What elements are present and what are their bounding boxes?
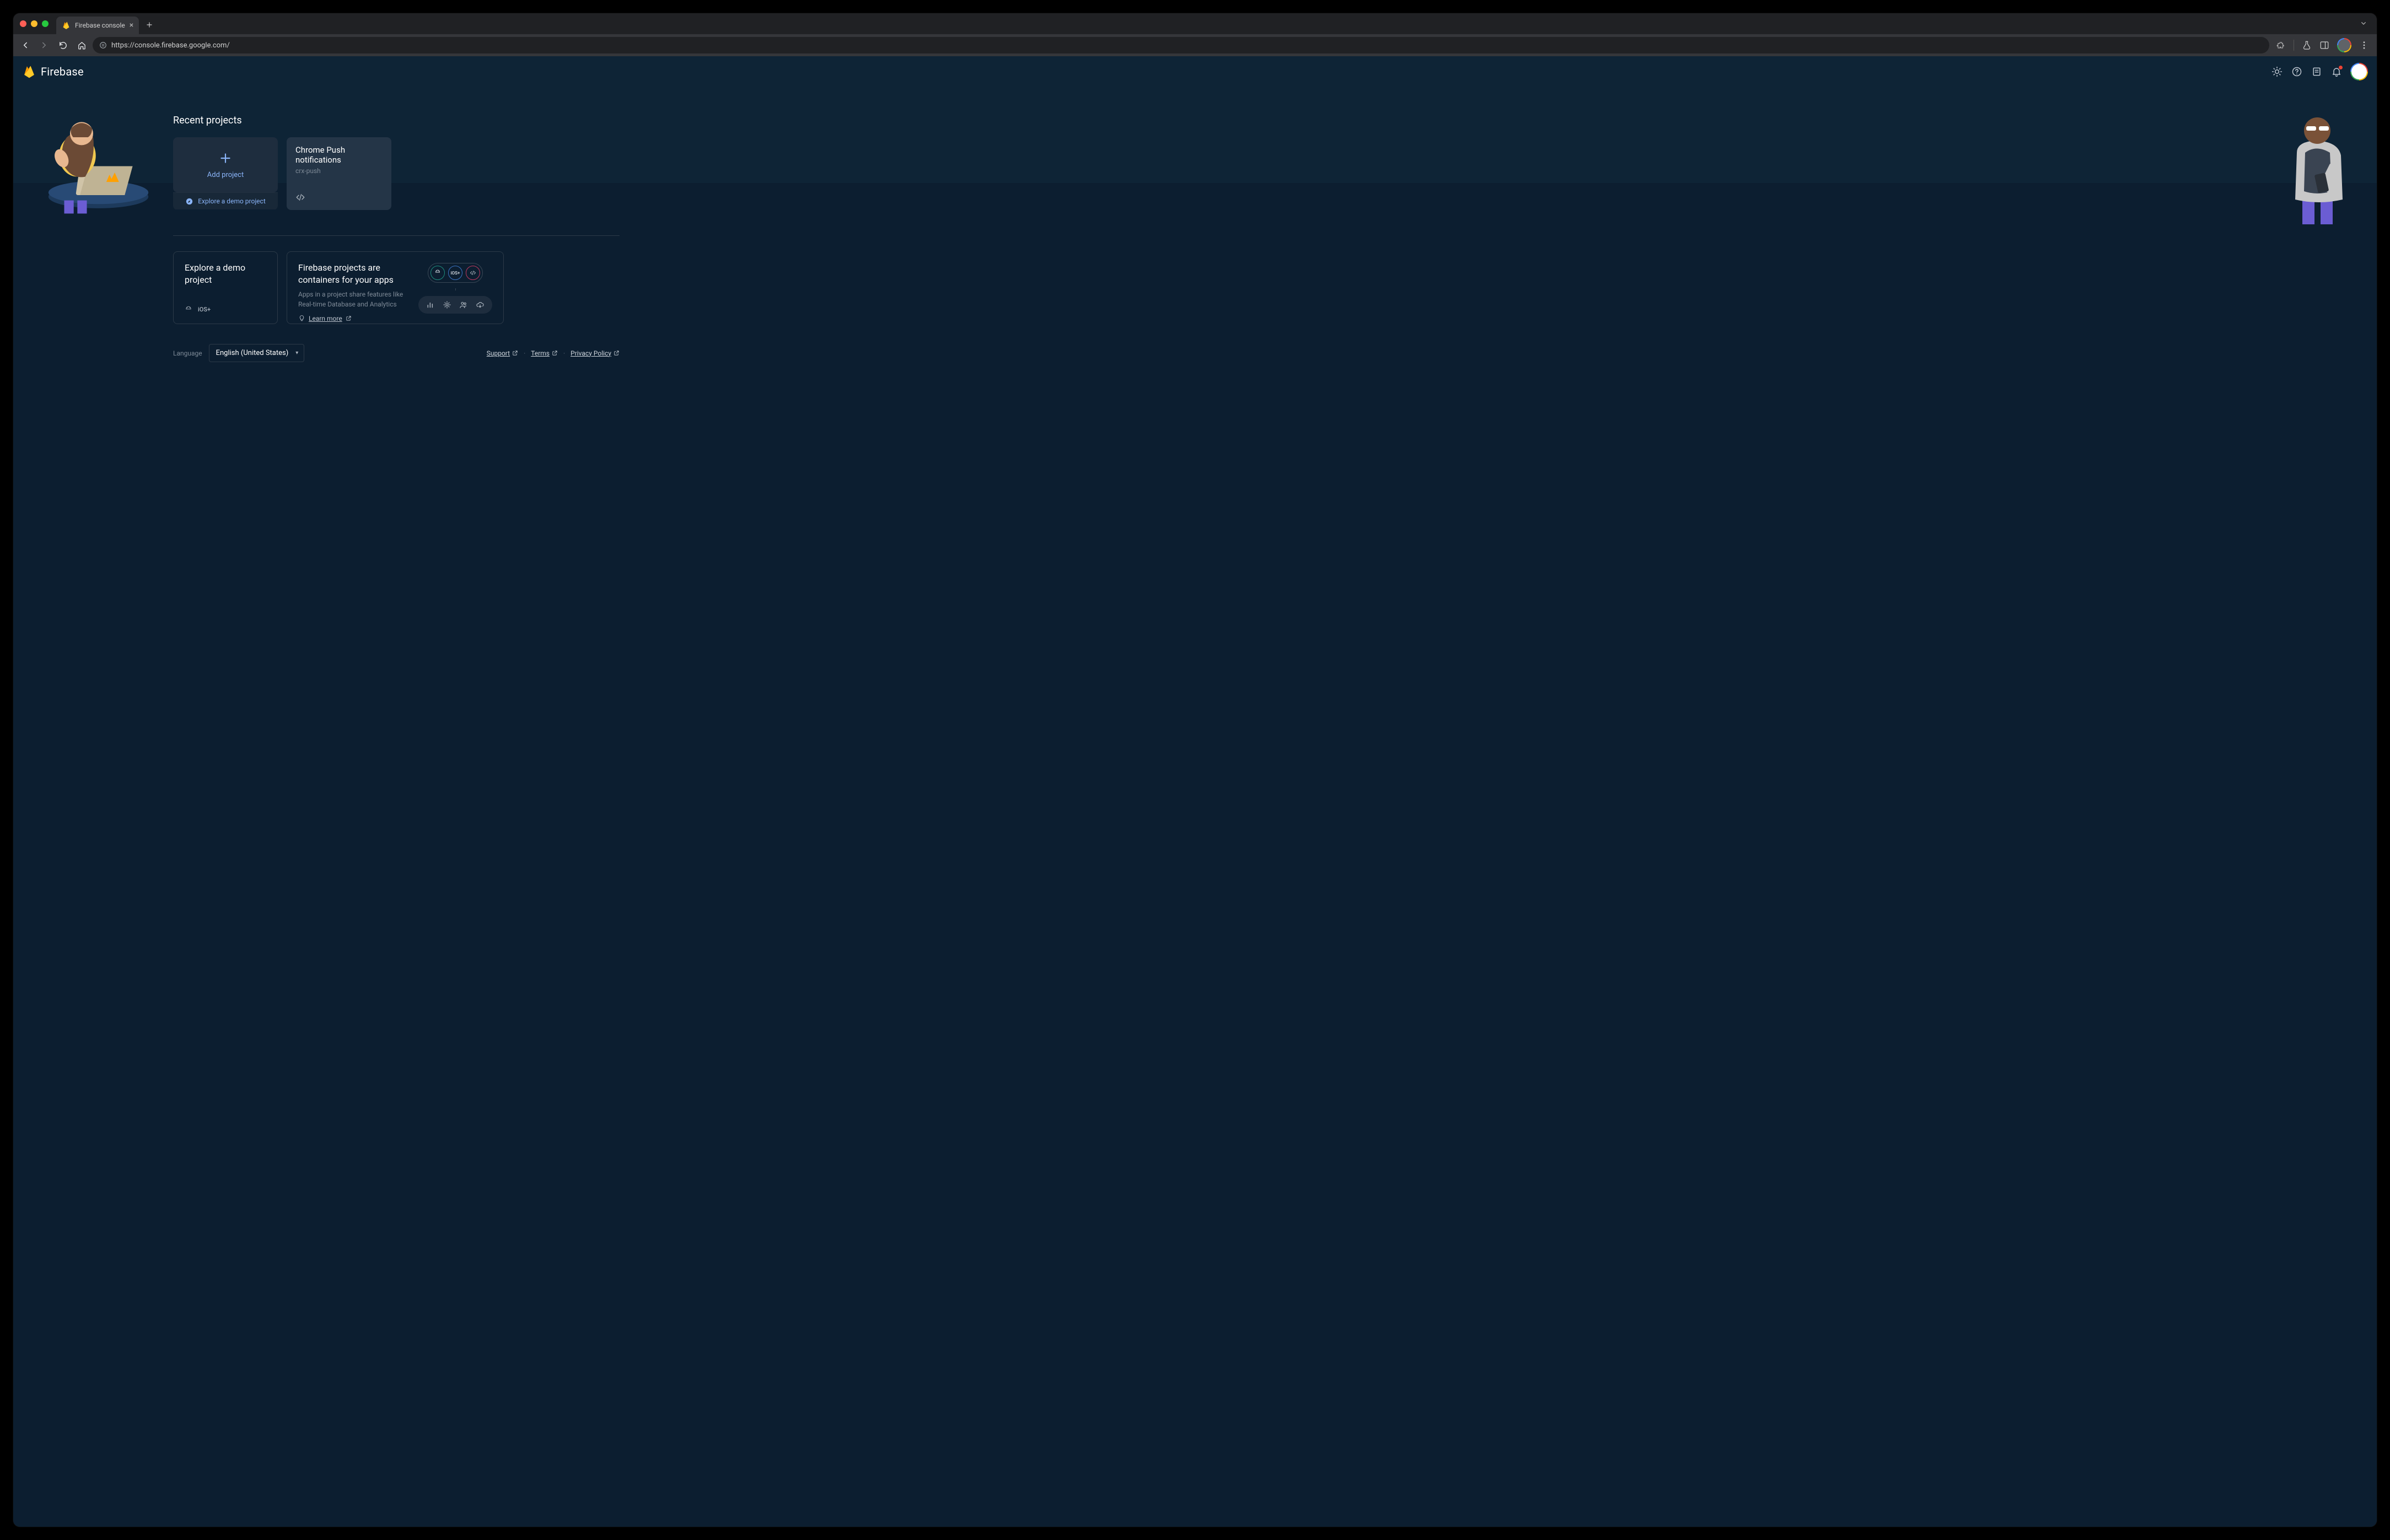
language-label: Language [173,349,202,357]
recent-projects-heading: Recent projects [173,115,620,126]
hero-illustration-left [35,106,151,216]
features-row [418,296,492,314]
page-content: Firebase [13,56,2377,1527]
learn-more-label: Learn more [309,315,342,322]
web-circle-icon [466,266,480,280]
brand-text: Firebase [41,65,84,78]
analytics-icon [426,300,435,309]
notifications-button[interactable] [2330,66,2343,78]
footer-separator: · [524,349,525,357]
docs-button[interactable] [2311,66,2323,78]
extensions-icon[interactable] [2276,40,2286,50]
connector-line [455,288,456,290]
main-column: Recent projects Add project Explore a de… [173,87,620,384]
language-value: English (United States) [216,349,289,357]
privacy-link[interactable]: Privacy Policy [570,349,620,357]
external-link-icon [512,350,518,356]
containers-desc: Apps in a project share features like Re… [298,290,407,309]
address-bar[interactable]: https://console.firebase.google.com/ [93,37,2269,53]
close-window-button[interactable] [20,20,26,27]
forward-button[interactable] [36,37,52,53]
browser-menu-icon[interactable] [2359,40,2369,50]
project-id: crx-push [295,167,383,175]
explore-demo-title: Explore a demo project [185,262,266,286]
browser-tab[interactable]: Firebase console × [56,17,139,34]
hero-illustration-right [2278,109,2360,219]
profile-button[interactable] [2337,38,2351,52]
external-link-icon [346,315,352,321]
external-link-icon [552,350,558,356]
ios-circle-icon: iOS+ [448,266,462,280]
add-project-card: Add project Explore a demo project [173,137,278,210]
site-info-icon[interactable] [99,41,107,49]
minimize-window-button[interactable] [31,20,37,27]
platforms-pill: iOS+ [428,263,483,283]
add-project-button[interactable]: Add project [173,137,278,192]
window-controls [20,20,49,27]
divider [173,235,620,236]
android-circle-icon [430,266,445,280]
language-select[interactable]: English (United States) [209,344,305,362]
containers-info-card: Firebase projects are containers for you… [287,251,504,324]
firebase-logo[interactable]: Firebase [22,64,84,79]
explore-demo-card[interactable]: Explore a demo project iOS+ [173,251,278,324]
home-button[interactable] [74,37,89,53]
page-footer: Language English (United States) Support… [173,344,620,362]
info-cards-row: Explore a demo project iOS+ Firebase pro… [173,251,620,324]
web-platform-icon [295,192,383,202]
project-name: Chrome Push notifications [295,145,383,165]
new-tab-button[interactable] [142,18,157,32]
url-text: https://console.firebase.google.com/ [111,41,230,50]
browser-window: Firebase console × https:// [13,13,2377,1527]
footer-separator: · [563,349,565,357]
terms-link[interactable]: Terms [531,349,558,357]
tab-bar: Firebase console × [13,13,2377,34]
platforms-graphic: iOS+ [418,262,492,314]
reload-button[interactable] [55,37,71,53]
cloud-icon [476,300,485,309]
back-button[interactable] [18,37,33,53]
maximize-window-button[interactable] [42,20,49,27]
app-header: Firebase [13,56,2377,87]
firebase-logo-icon [22,64,36,79]
project-card[interactable]: Chrome Push notifications crx-push [287,137,391,210]
external-link-icon [613,350,620,356]
plus-icon [218,151,233,165]
auth-icon [459,300,468,309]
firebase-favicon-icon [62,21,71,30]
ios-label: iOS+ [198,306,211,314]
compass-icon [185,197,193,206]
account-button[interactable] [2350,63,2368,80]
side-panel-icon[interactable] [2319,40,2329,50]
tabs-dropdown-button[interactable] [2359,19,2369,29]
labs-icon[interactable] [2302,40,2312,50]
config-icon [443,300,451,309]
theme-toggle-button[interactable] [2271,66,2283,78]
explore-demo-label: Explore a demo project [198,197,266,205]
notification-badge [2338,65,2343,70]
help-button[interactable] [2291,66,2303,78]
close-tab-button[interactable]: × [130,21,133,29]
containers-title: Firebase projects are containers for you… [298,262,407,286]
android-icon [185,306,192,314]
lightbulb-icon [298,315,305,322]
project-cards-row: Add project Explore a demo project Chrom… [173,137,620,210]
learn-more-link[interactable]: Learn more [298,315,407,322]
explore-demo-link[interactable]: Explore a demo project [173,192,278,209]
support-link[interactable]: Support [487,349,518,357]
toolbar: https://console.firebase.google.com/ [13,34,2377,56]
add-project-label: Add project [207,171,244,179]
tab-title: Firebase console [75,21,125,29]
toolbar-right [2276,38,2369,52]
